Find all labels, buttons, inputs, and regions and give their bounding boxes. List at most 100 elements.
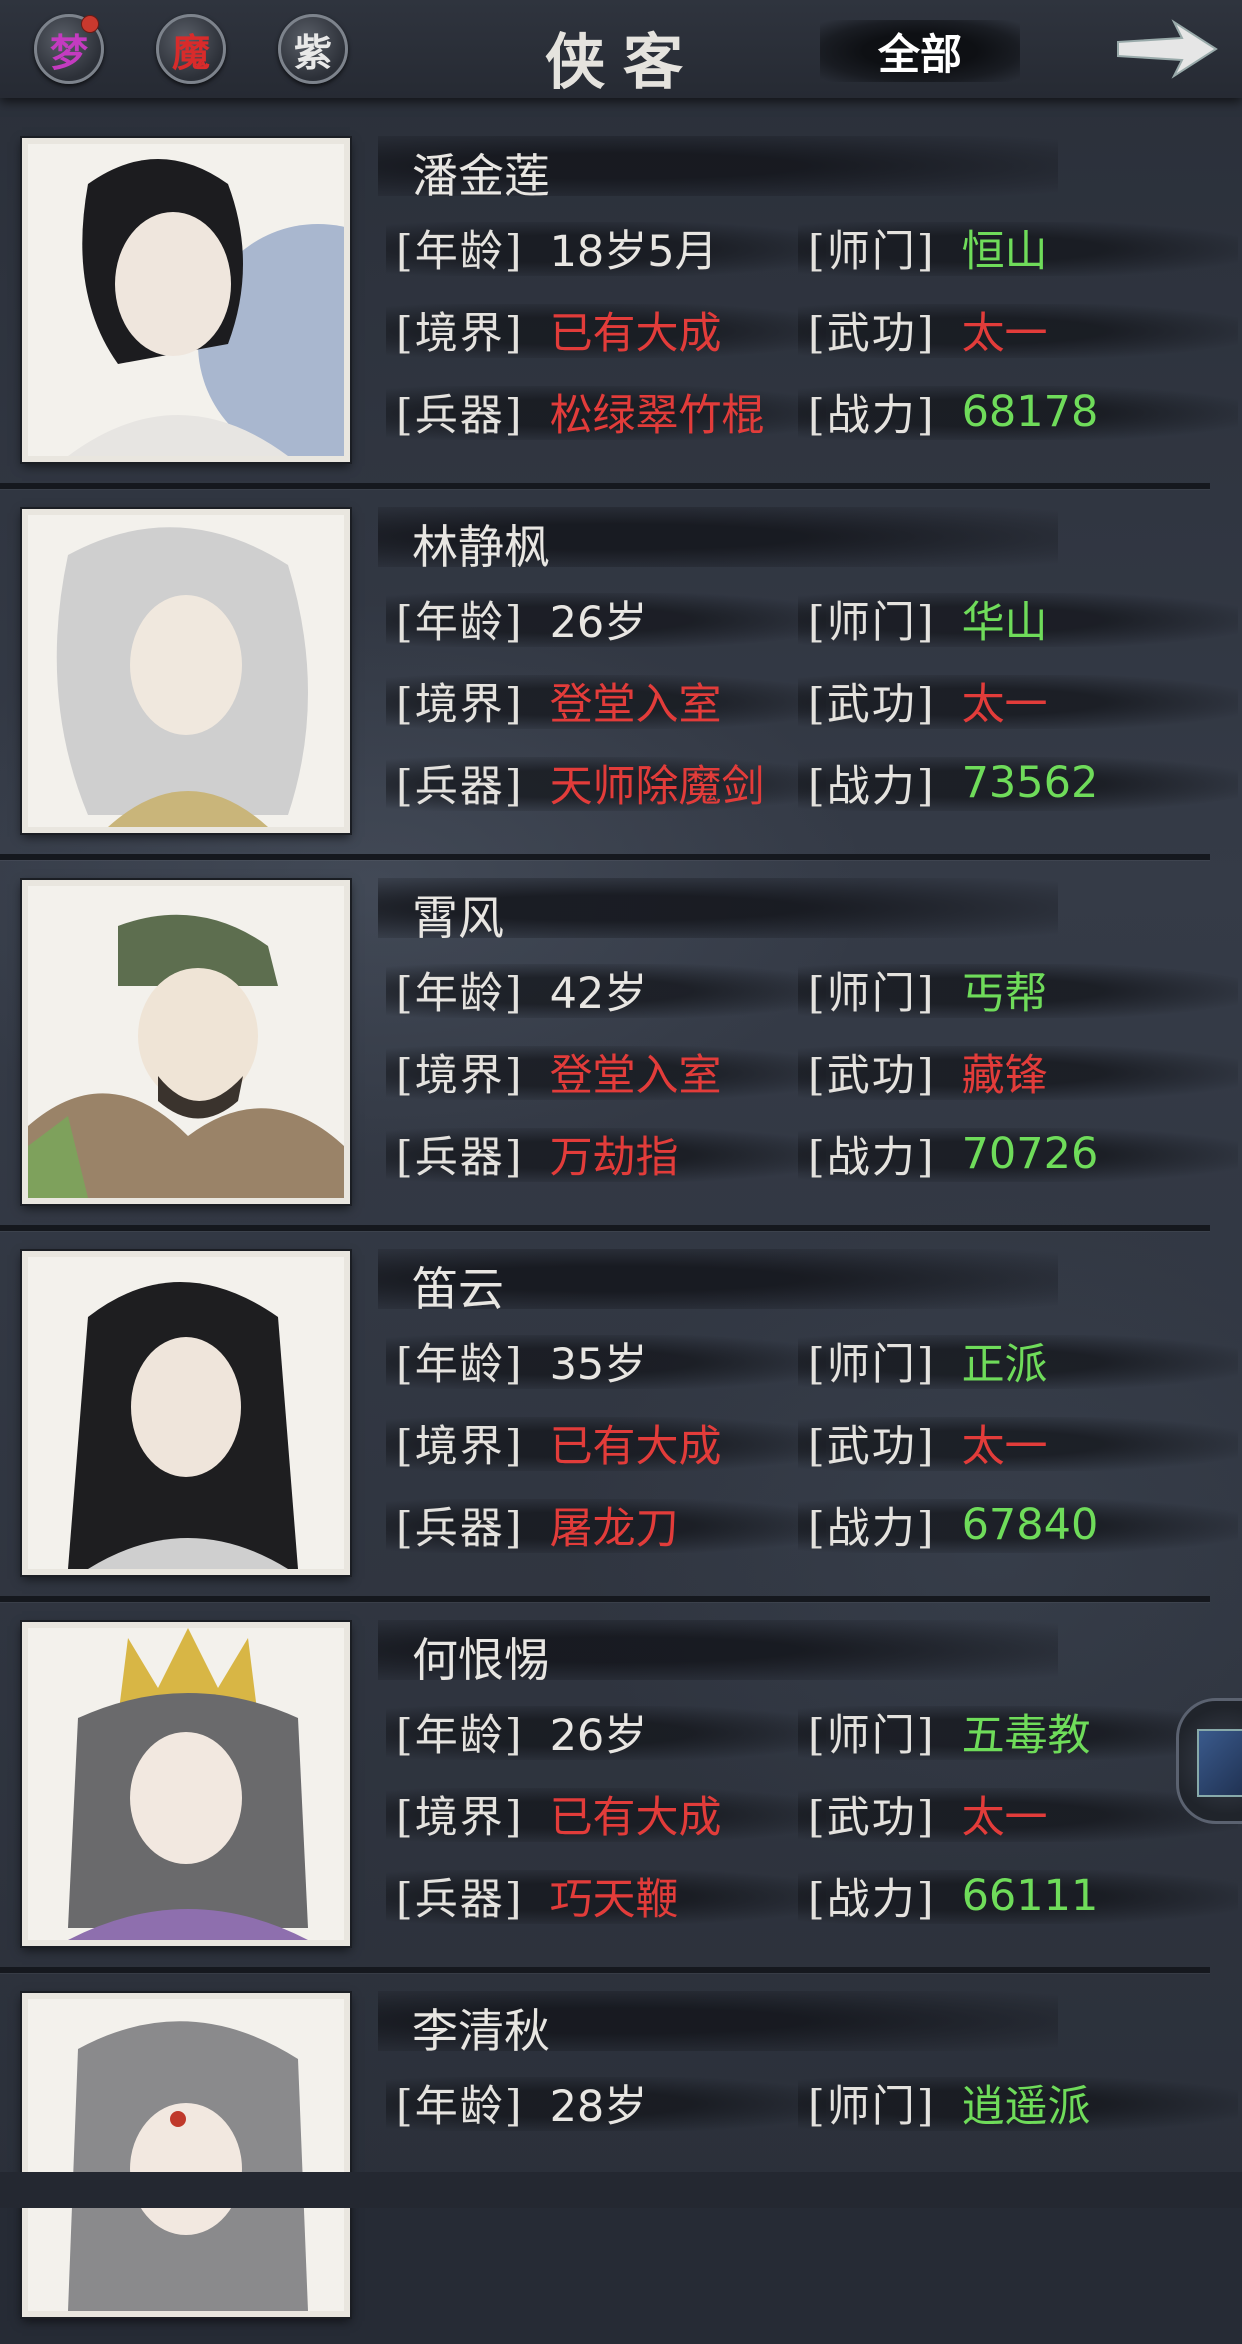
school-value: 丐帮 [961, 969, 1048, 1019]
school-field: [师门] 恒山 [798, 218, 1238, 278]
school-value: 华山 [961, 598, 1048, 648]
arrow-right-icon[interactable] [1112, 16, 1222, 82]
power-field: [战力] 67840 [798, 1495, 1238, 1555]
purple-glyph: 紫 [293, 29, 332, 75]
school-field: [师门] 丐帮 [798, 960, 1238, 1020]
page-title: 侠客 [545, 28, 701, 98]
age-value: 26岁 [549, 598, 648, 648]
age-field: [年龄] 18岁5月 [386, 218, 826, 278]
power-label: [战力] [808, 1133, 936, 1183]
age-label: [年龄] [396, 969, 524, 1019]
hero-name: 何恨惕 [412, 1633, 550, 1687]
hero-row[interactable]: 李清秋 [年龄] 28岁 [师门] 逍遥派 [0, 1973, 1238, 2344]
realm-label: [境界] [396, 680, 524, 730]
martial-field: [武功] 太一 [798, 1413, 1238, 1473]
martial-value: 太一 [961, 1422, 1048, 1472]
power-field: [战力] 70726 [798, 1124, 1238, 1184]
power-value: 66111 [961, 1871, 1099, 1921]
school-label: [师门] [808, 227, 936, 277]
realm-value: 已有大成 [549, 309, 722, 359]
power-value: 67840 [961, 1500, 1099, 1550]
school-label: [师门] [808, 598, 936, 648]
filter-label: 全部 [877, 29, 962, 79]
realm-value: 已有大成 [549, 1422, 722, 1472]
realm-value: 已有大成 [549, 1793, 722, 1843]
hero-portrait [22, 509, 350, 833]
top-bar: 梦 魔 紫 侠客 全部 [0, 0, 1242, 98]
realm-value: 登堂入室 [549, 680, 722, 730]
school-value: 五毒教 [961, 1711, 1091, 1761]
weapon-label: [兵器] [396, 1504, 524, 1554]
hero-row[interactable]: 林静枫 [年龄] 26岁 [师门] 华山 [境界] 登堂入室 [武功] 太一 [兵器] 天… [0, 489, 1238, 860]
weapon-value: 巧天鞭 [549, 1875, 679, 1925]
power-value: 73562 [961, 758, 1099, 808]
dream-mode-button[interactable]: 梦 [34, 14, 104, 84]
realm-field: [境界] 已有大成 [386, 1413, 826, 1473]
weapon-label: [兵器] [396, 1133, 524, 1183]
card-deck-icon[interactable] [1176, 1698, 1242, 1824]
realm-field: [境界] 登堂入室 [386, 671, 826, 731]
school-label: [师门] [808, 1711, 936, 1761]
hero-portrait [22, 1993, 350, 2317]
hero-row[interactable]: 何恨惕 [年龄] 26岁 [师门] 五毒教 [境界] 已有大成 [武功] 太一 [兵器]… [0, 1602, 1238, 1973]
martial-value: 藏锋 [961, 1051, 1048, 1101]
weapon-value: 屠龙刀 [549, 1504, 679, 1554]
hero-portrait [22, 880, 350, 1204]
realm-field: [境界] 登堂入室 [386, 1042, 826, 1102]
realm-label: [境界] [396, 309, 524, 359]
power-value: 70726 [961, 1129, 1099, 1179]
hero-portrait [22, 1251, 350, 1575]
power-label: [战力] [808, 762, 936, 812]
realm-label: [境界] [396, 1051, 524, 1101]
demon-glyph: 魔 [171, 29, 210, 75]
martial-value: 太一 [961, 680, 1048, 730]
school-field: [师门] 逍遥派 [798, 2073, 1238, 2133]
school-value: 恒山 [961, 227, 1048, 277]
martial-value: 太一 [961, 309, 1048, 359]
demon-mode-button[interactable]: 魔 [156, 14, 226, 84]
school-label: [师门] [808, 969, 936, 1019]
filter-dropdown[interactable]: 全部 [820, 20, 1020, 82]
power-value: 68178 [961, 387, 1099, 437]
martial-field: [武功] 太一 [798, 300, 1238, 360]
martial-label: [武功] [808, 680, 936, 730]
weapon-label: [兵器] [396, 1875, 524, 1925]
age-field: [年龄] 35岁 [386, 1331, 826, 1391]
weapon-value: 天师除魔剑 [549, 762, 765, 812]
hero-row[interactable]: 潘金莲 [年龄] 18岁5月 [师门] 恒山 [境界] 已有大成 [武功] 太一 [兵器… [0, 118, 1238, 489]
age-label: [年龄] [396, 227, 524, 277]
power-field: [战力] 68178 [798, 382, 1238, 442]
school-field: [师门] 华山 [798, 589, 1238, 649]
purple-mode-button[interactable]: 紫 [278, 14, 348, 84]
weapon-field: [兵器] 天师除魔剑 [386, 753, 826, 813]
realm-field: [境界] 已有大成 [386, 1784, 826, 1844]
hero-row[interactable]: 笛云 [年龄] 35岁 [师门] 正派 [境界] 已有大成 [武功] 太一 [兵器] 屠龙… [0, 1231, 1238, 1602]
age-label: [年龄] [396, 2082, 524, 2132]
weapon-field: [兵器] 巧天鞭 [386, 1866, 826, 1926]
notification-dot-icon [81, 15, 99, 33]
age-value: 18岁5月 [549, 227, 718, 277]
age-field: [年龄] 26岁 [386, 589, 826, 649]
martial-label: [武功] [808, 1793, 936, 1843]
hero-portrait [22, 138, 350, 462]
hero-portrait [22, 1622, 350, 1946]
realm-value: 登堂入室 [549, 1051, 722, 1101]
martial-value: 太一 [961, 1793, 1048, 1843]
martial-label: [武功] [808, 1422, 936, 1472]
realm-label: [境界] [396, 1793, 524, 1843]
martial-field: [武功] 藏锋 [798, 1042, 1238, 1102]
power-label: [战力] [808, 391, 936, 441]
school-label: [师门] [808, 1340, 936, 1390]
age-field: [年龄] 42岁 [386, 960, 826, 1020]
school-field: [师门] 正派 [798, 1331, 1238, 1391]
hero-row[interactable]: 霄风 [年龄] 42岁 [师门] 丐帮 [境界] 登堂入室 [武功] 藏锋 [兵器] 万劫… [0, 860, 1238, 1231]
school-field: [师门] 五毒教 [798, 1702, 1238, 1762]
weapon-field: [兵器] 万劫指 [386, 1124, 826, 1184]
hero-name: 笛云 [412, 1262, 504, 1316]
weapon-label: [兵器] [396, 391, 524, 441]
hero-name: 潘金莲 [412, 149, 550, 203]
age-field: [年龄] 28岁 [386, 2073, 826, 2133]
power-label: [战力] [808, 1875, 936, 1925]
age-value: 26岁 [549, 1711, 648, 1761]
hero-name: 霄风 [412, 891, 504, 945]
